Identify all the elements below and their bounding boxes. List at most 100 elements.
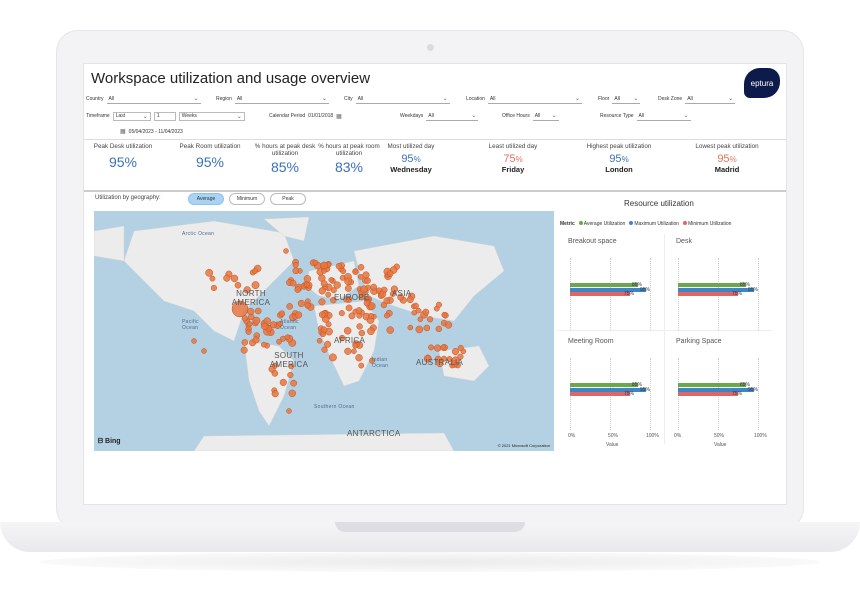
location-marker[interactable] [325,321,332,328]
utilization-bar[interactable] [678,392,738,396]
location-marker[interactable] [320,326,328,334]
location-marker[interactable] [290,379,297,387]
location-marker[interactable] [333,281,341,289]
location-marker[interactable] [344,284,352,292]
location-marker[interactable] [303,275,312,283]
location-marker[interactable] [210,284,217,292]
location-marker[interactable] [278,310,286,317]
location-marker[interactable] [316,337,323,344]
location-marker[interactable] [241,339,249,346]
location-marker[interactable] [435,325,443,333]
location-marker[interactable] [378,290,387,298]
floor-filter[interactable]: Floor All ⌄ [598,94,641,104]
location-marker[interactable] [344,347,352,355]
location-marker[interactable] [283,248,289,254]
location-marker[interactable] [312,259,319,266]
location-marker[interactable] [288,389,296,398]
location-marker[interactable] [318,311,326,319]
location-marker[interactable] [286,408,292,414]
utilization-bar[interactable] [570,387,646,392]
location-marker[interactable] [324,340,332,348]
location-marker[interactable] [412,302,419,309]
calendar-icon[interactable]: ▦ [336,113,342,120]
location-marker[interactable] [292,267,300,275]
city-filter[interactable]: City All ⌄ [344,94,450,104]
location-marker[interactable] [270,321,278,329]
location-marker[interactable] [427,316,434,323]
location-marker[interactable] [191,338,197,344]
date-range[interactable]: ▦ 05/04/2023 - 11/04/2023 [120,128,183,136]
location-marker[interactable] [252,336,260,344]
location-marker[interactable] [320,280,328,288]
location-marker[interactable] [321,268,327,274]
location-marker[interactable] [435,301,442,308]
location-marker[interactable] [292,262,299,269]
location-marker[interactable] [338,310,345,317]
location-marker[interactable] [345,304,353,312]
region-filter[interactable]: Region All ⌄ [216,94,329,104]
location-marker[interactable] [252,268,259,275]
location-marker[interactable] [287,371,294,379]
location-marker[interactable] [356,323,363,330]
utilization-bar[interactable] [570,383,638,387]
location-marker[interactable] [440,344,447,351]
toggle-average[interactable]: Average [188,193,224,205]
location-marker[interactable] [294,286,301,293]
location-marker[interactable] [289,279,297,287]
calendar-icon[interactable]: ▦ [120,128,126,135]
utilization-bar[interactable] [678,292,738,296]
location-marker[interactable] [367,312,375,320]
location-marker[interactable] [271,390,279,398]
utilization-bar[interactable] [678,387,754,392]
location-marker[interactable] [355,307,363,314]
location-marker[interactable] [348,312,356,320]
location-marker[interactable] [240,346,248,354]
location-marker[interactable] [370,283,378,291]
location-marker[interactable] [230,274,239,283]
location-marker[interactable] [328,353,337,362]
location-marker[interactable] [415,307,422,314]
location-marker[interactable] [276,338,282,345]
location-marker[interactable] [428,344,435,351]
location-marker[interactable] [422,308,430,316]
world-map[interactable]: Arctic Ocean NORTH AMERICA EUROPE ASIA A… [94,211,554,451]
location-marker[interactable] [252,316,261,325]
toggle-peak[interactable]: Peak [270,193,306,205]
weekdays-filter[interactable]: Weekdays All ⌄ [400,111,479,121]
utilization-bar[interactable] [570,392,630,396]
location-marker[interactable] [352,268,359,275]
location-marker[interactable] [261,322,269,331]
location-marker[interactable] [434,344,442,352]
location-marker[interactable] [386,326,394,334]
location-marker[interactable] [297,299,305,308]
timeframe-count-input[interactable]: 1 [153,111,176,121]
location-marker[interactable] [245,328,252,335]
desk-zone-filter[interactable]: Desk Zone All ⌄ [658,94,736,104]
location-marker[interactable] [201,348,207,354]
location-marker[interactable] [344,277,352,286]
location-marker[interactable] [223,274,231,282]
location-marker[interactable] [364,277,371,284]
location-filter[interactable]: Location All ⌄ [466,94,582,104]
location-marker[interactable] [320,261,329,270]
location-marker[interactable] [384,312,390,319]
location-marker[interactable] [295,311,303,319]
location-marker[interactable] [451,348,459,356]
location-marker[interactable] [247,307,255,316]
toggle-minimum[interactable]: Minimum [229,193,265,205]
utilization-bar[interactable] [570,292,630,296]
location-marker[interactable] [340,268,347,275]
location-marker[interactable] [234,281,242,289]
location-marker[interactable] [407,324,414,331]
bing-logo[interactable]: ᗷ Bing [98,438,121,446]
utilization-bar[interactable] [678,287,754,292]
location-marker[interactable] [251,281,260,290]
location-marker[interactable] [321,346,328,353]
location-marker[interactable] [254,307,262,315]
location-marker[interactable] [209,275,216,282]
timeframe-unit-select[interactable]: Weeks ⌄ [178,111,245,121]
location-marker[interactable] [284,334,291,340]
country-filter[interactable]: Country All ⌄ [86,94,201,104]
calendar-period-value[interactable]: 01/01/2018 [308,113,333,119]
location-marker[interactable] [415,325,424,334]
